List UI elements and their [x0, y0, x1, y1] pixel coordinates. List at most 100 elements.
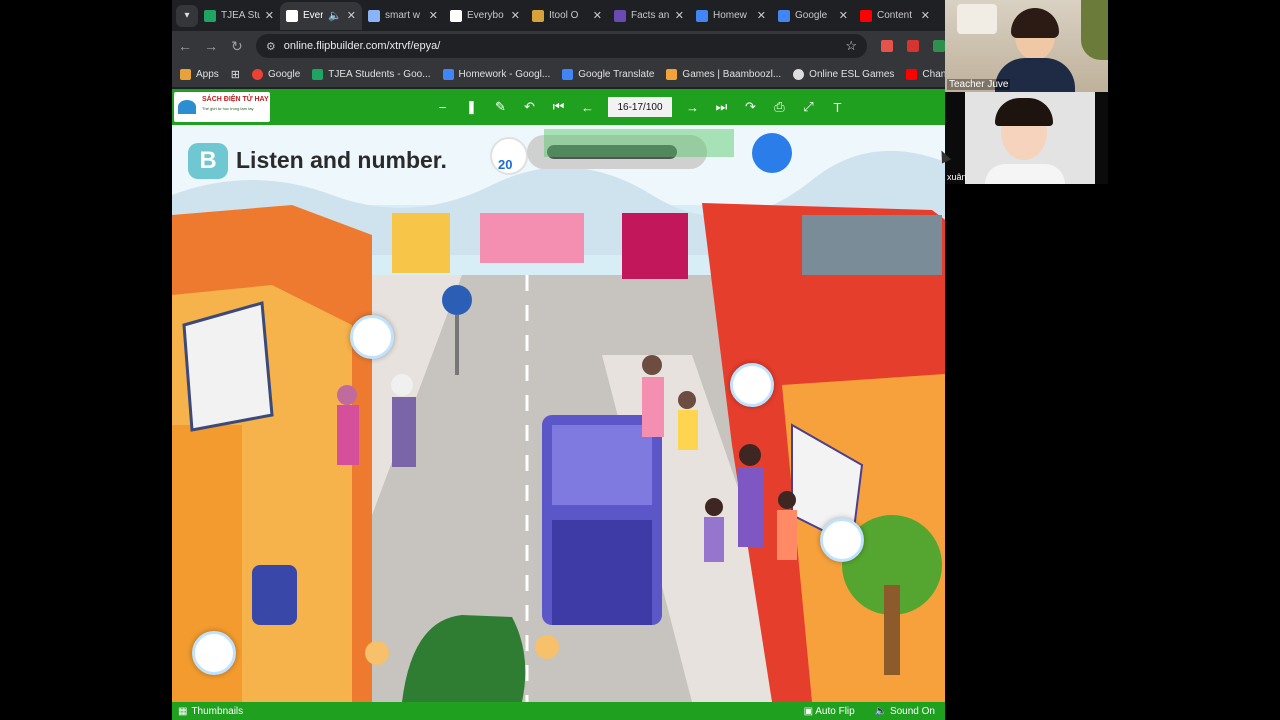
tab-title: smart w [385, 10, 420, 21]
bookmark-star-icon[interactable]: ☆ [845, 38, 857, 54]
audio-track-number: 20 [498, 157, 513, 172]
bookmark-label: TJEA Students - Goo... [328, 68, 431, 80]
answer-circle[interactable] [730, 363, 774, 407]
tab-item[interactable]: Everybo ✕ [444, 2, 526, 30]
close-icon[interactable]: ✕ [511, 9, 520, 22]
tab-strip: ▾ TJEA Stu ✕ Ever 🔈 ✕ smart w ✕ Everybo … [172, 0, 945, 31]
close-icon[interactable]: ✕ [593, 9, 602, 22]
plant [1081, 0, 1108, 60]
fullscreen-icon[interactable]: ⤢ [794, 89, 823, 125]
forward-icon[interactable]: → [198, 38, 224, 54]
bookmark-item[interactable]: Homework - Googl... [442, 68, 550, 80]
apps-grid-icon [180, 68, 191, 80]
bookmark-item[interactable]: Google Translate [562, 68, 654, 80]
next-page-icon[interactable]: → [678, 89, 707, 125]
book-stage[interactable]: B Listen and number. 20 W E [172, 125, 945, 702]
flipbook-tools: − ❚ ✎ ↶ ⏮ ← 16-17/100 → ⏭ ↷ ⎙ ⤢ T [428, 89, 852, 125]
tab-item[interactable]: Content ✕ [854, 2, 936, 30]
bookmark-item[interactable]: TJEA Students - Goo... [312, 68, 431, 80]
sheets-icon [204, 9, 216, 22]
tab-item-active[interactable]: Ever 🔈 ✕ [280, 1, 362, 30]
google-icon [252, 68, 264, 80]
close-icon[interactable]: ✕ [347, 9, 356, 22]
close-icon[interactable]: ✕ [429, 9, 438, 22]
teacher-hair [1011, 8, 1059, 38]
logo-mark-icon [178, 100, 196, 114]
section-badge: B [188, 143, 228, 179]
speaker-icon[interactable]: 🔈 [328, 9, 342, 22]
esl-icon [793, 68, 805, 80]
youtube-icon [860, 9, 872, 22]
logo-subtitle: Thế giới tự học trong tầm tay [202, 106, 254, 111]
tab-item[interactable]: Homew ✕ [690, 2, 772, 30]
bookmark-item[interactable]: ⊞ [231, 68, 240, 81]
itool-icon [532, 9, 544, 22]
bookmark-item[interactable]: Google [252, 68, 300, 80]
extension-icon[interactable] [933, 40, 946, 52]
tab-title: Homew [713, 10, 747, 21]
tab-title: TJEA Stu [221, 10, 260, 21]
tab-search-dropdown-icon[interactable]: ▾ [176, 4, 198, 27]
answer-circle[interactable] [350, 315, 394, 359]
edit-note-icon[interactable]: ✎ [486, 89, 515, 125]
thumbnails-icon: ▦ [178, 705, 188, 717]
tab-item[interactable]: TJEA Stu ✕ [198, 2, 280, 30]
street-scene-illustration [172, 125, 945, 702]
tab-title: Google [795, 10, 828, 21]
auto-flip-icon: ▣ [803, 705, 816, 717]
baamboozle-icon [666, 68, 678, 80]
zoom-out-icon[interactable]: − [428, 89, 457, 125]
thumbnails-label: Thumbnails [191, 705, 244, 717]
previous-page-icon[interactable]: ← [573, 89, 602, 125]
tab-title: Everybo [467, 10, 504, 21]
last-page-icon[interactable]: ↷ [736, 89, 765, 125]
translate-icon [562, 68, 574, 80]
auto-flip-label: Auto Flip [815, 705, 855, 717]
publisher-logo[interactable]: SÁCH ĐIỆN TỬ HAY Thế giới tự học trong t… [174, 92, 270, 122]
reload-icon[interactable]: ↻ [224, 38, 250, 55]
text-tool-icon[interactable]: T [823, 89, 852, 125]
close-icon[interactable]: ✕ [921, 9, 930, 22]
close-icon[interactable]: ✕ [839, 9, 848, 22]
tab-item[interactable]: Itool O ✕ [526, 2, 608, 30]
extension-icon[interactable] [881, 40, 894, 52]
first-page-icon[interactable]: ↶ [515, 89, 544, 125]
youtube-icon [906, 68, 918, 80]
close-icon[interactable]: ✕ [675, 9, 684, 22]
previous-chapter-icon[interactable]: ⏮ [544, 89, 573, 125]
close-icon[interactable]: ✕ [757, 9, 766, 22]
student-shirt [985, 164, 1065, 184]
wall-decoration [957, 4, 997, 34]
thumbnails-button[interactable]: ▦ Thumbnails [178, 706, 243, 717]
bookmark-label: Apps [196, 68, 219, 80]
bookmark-item[interactable]: Apps [180, 68, 219, 80]
url-text: online.flipbuilder.com/xtrvf/epya/ [283, 40, 441, 52]
close-icon[interactable]: ✕ [265, 9, 274, 22]
bookmarks-bar: Apps ⊞ Google TJEA Students - Goo... Hom… [172, 61, 945, 87]
bookmark-item[interactable]: Online ESL Games [793, 68, 894, 80]
site-settings-icon[interactable]: ⚙ [266, 40, 276, 53]
participant-name: Teacher Juve [947, 79, 1011, 90]
answer-circle[interactable] [192, 631, 236, 675]
bookmark-label: Games | Baamboozl... [682, 68, 782, 80]
bookmark-item[interactable]: Games | Baamboozl... [666, 68, 782, 80]
back-icon[interactable]: ← [172, 38, 198, 54]
auto-flip-button[interactable]: ▣ Auto Flip [804, 706, 855, 717]
tab-item[interactable]: Facts an ✕ [608, 2, 690, 30]
answer-circle[interactable] [820, 518, 864, 562]
bookmark-icon[interactable]: ❚ [457, 89, 486, 125]
logo-title: SÁCH ĐIỆN TỬ HAY [202, 96, 269, 103]
tab-item[interactable]: Google ✕ [772, 2, 854, 30]
page-number-field[interactable]: 16-17/100 [608, 97, 672, 117]
video-tile-teacher[interactable]: Teacher Juve [945, 0, 1108, 92]
url-field[interactable]: ⚙ online.flipbuilder.com/xtrvf/epya/ ☆ [255, 34, 868, 58]
bookmark-item[interactable]: Channel content - Y... [906, 68, 945, 80]
video-tile-student[interactable]: xuân [945, 92, 1108, 184]
pdf-extension-icon[interactable] [907, 40, 920, 52]
sound-button[interactable]: 🔈 Sound On [875, 706, 935, 717]
tab-title: Ever [303, 10, 324, 21]
zoom-toolbar-overlay[interactable] [544, 129, 734, 157]
next-chapter-icon[interactable]: ⏭ [707, 89, 736, 125]
tab-item[interactable]: smart w ✕ [362, 2, 444, 30]
print-icon[interactable]: ⎙ [765, 89, 794, 125]
